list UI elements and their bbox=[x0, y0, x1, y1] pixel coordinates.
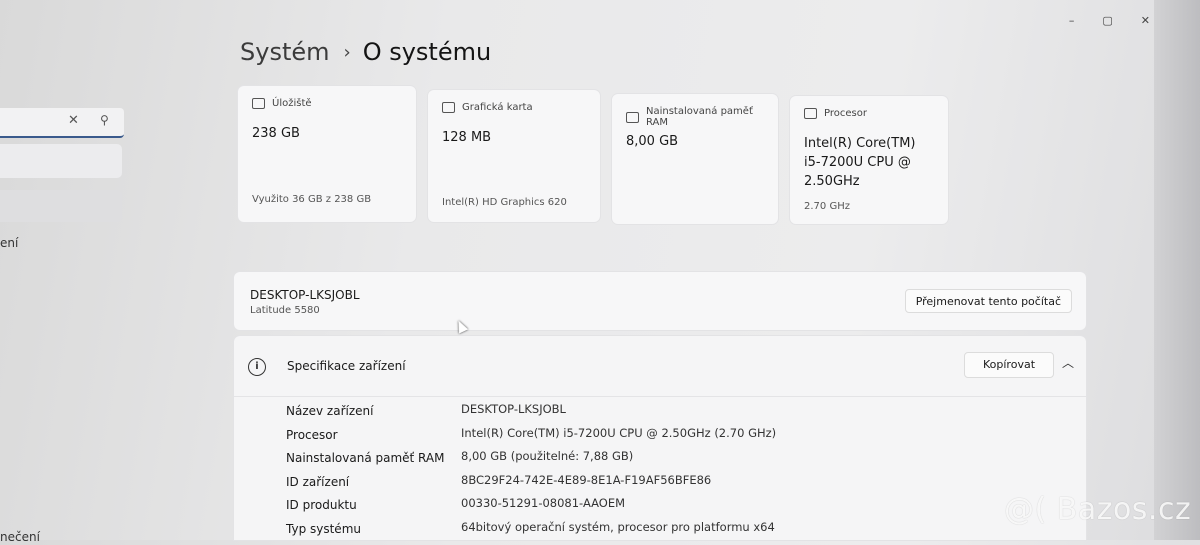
ram-card[interactable]: Nainstalovaná paměť RAM 8,00 GB bbox=[612, 94, 778, 224]
breadcrumb-parent[interactable]: Systém bbox=[240, 38, 330, 66]
spec-key: ID zařízení bbox=[286, 474, 350, 489]
ram-icon bbox=[626, 111, 639, 123]
spec-value: DESKTOP-LKSJOBL bbox=[461, 402, 566, 416]
breadcrumb: Systém › O systému bbox=[240, 38, 491, 66]
card-label: Úložiště bbox=[272, 98, 312, 109]
card-value: 8,00 GB bbox=[626, 134, 679, 149]
processor-card[interactable]: Procesor Intel(R) Core(TM) i5-7200U CPU … bbox=[790, 96, 948, 224]
page-title: O systému bbox=[362, 38, 492, 66]
sidebar-item-selected[interactable] bbox=[0, 190, 122, 222]
device-specifications-panel: i Specifikace zařízení Kopírovat ︿ Název… bbox=[234, 336, 1086, 540]
spec-key: Typ systému bbox=[286, 521, 361, 536]
sidebar-item-label[interactable]: nečení bbox=[0, 530, 40, 544]
device-name: DESKTOP-LKSJOBL bbox=[250, 288, 360, 302]
minimize-icon[interactable]: – bbox=[1069, 14, 1075, 27]
card-sub: Využito 36 GB z 238 GB bbox=[252, 194, 372, 205]
card-sub: 2.70 GHz bbox=[804, 201, 850, 212]
card-value: Intel(R) Core(TM) i5-7200U CPU @ 2.50GHz bbox=[804, 136, 916, 189]
sidebar-item[interactable] bbox=[0, 144, 122, 178]
bazos-watermark: @( Bazos.cz bbox=[1004, 492, 1192, 527]
maximize-icon[interactable]: ▢ bbox=[1102, 14, 1112, 27]
card-value: 128 MB bbox=[442, 130, 492, 145]
spec-value: 00330-51291-08081-AAOEM bbox=[461, 496, 626, 510]
card-value: 238 GB bbox=[252, 126, 300, 141]
spec-value: Intel(R) Core(TM) i5-7200U CPU @ 2.50GHz… bbox=[461, 425, 777, 440]
graphics-card[interactable]: Grafická karta 128 MB Intel(R) HD Graphi… bbox=[428, 90, 600, 222]
spec-value: 8,00 GB (použitelné: 7,88 GB) bbox=[461, 449, 634, 463]
chevron-up-icon[interactable]: ︿ bbox=[1062, 354, 1074, 371]
screen-bezel bbox=[1154, 0, 1200, 540]
info-icon: i bbox=[248, 358, 266, 376]
sidebar-item-label[interactable]: ení bbox=[0, 236, 18, 250]
window-controls: – ▢ ✕ bbox=[1069, 14, 1150, 27]
card-label: Procesor bbox=[824, 108, 867, 119]
processor-icon bbox=[804, 108, 817, 119]
card-label: Nainstalovaná paměť RAM bbox=[646, 106, 753, 128]
spec-key: Název zařízení bbox=[286, 404, 374, 418]
spec-key: ID produktu bbox=[286, 498, 357, 512]
spec-title: Specifikace zařízení bbox=[287, 359, 406, 373]
spec-key: Nainstalovaná paměť RAM bbox=[286, 451, 445, 465]
rename-pc-button[interactable]: Přejmenovat tento počítač bbox=[904, 289, 1072, 313]
card-label: Grafická karta bbox=[462, 102, 533, 113]
card-sub: Intel(R) HD Graphics 620 bbox=[442, 197, 567, 208]
search-icon[interactable]: ⚲ bbox=[100, 113, 109, 127]
close-icon[interactable]: ✕ bbox=[1141, 14, 1150, 27]
device-name-panel: DESKTOP-LKSJOBL Latitude 5580 Přejmenova… bbox=[234, 272, 1086, 330]
spec-key: Procesor bbox=[286, 427, 338, 442]
storage-card[interactable]: Úložiště 238 GB Využito 36 GB z 238 GB bbox=[238, 86, 416, 222]
copy-button[interactable]: Kopírovat bbox=[964, 352, 1055, 378]
close-icon[interactable]: ✕ bbox=[68, 113, 79, 128]
spec-value: 64bitový operační systém, procesor pro p… bbox=[461, 519, 775, 534]
graphics-card-icon bbox=[442, 102, 455, 113]
search-input[interactable]: ✕ ⚲ bbox=[0, 108, 124, 138]
spec-value: 8BC29F24-742E-4E89-8E1A-F19AF56BFE86 bbox=[461, 472, 712, 487]
device-model: Latitude 5580 bbox=[250, 305, 320, 316]
storage-icon bbox=[252, 98, 265, 109]
chevron-right-icon: › bbox=[343, 41, 351, 63]
spec-header[interactable]: i Specifikace zařízení Kopírovat ︿ bbox=[234, 336, 1086, 397]
